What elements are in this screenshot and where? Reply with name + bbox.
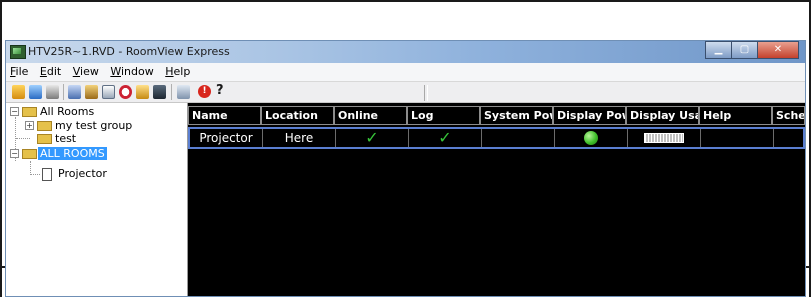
menu-view-key: V [72, 65, 81, 78]
tree-node-label: my test group [55, 119, 133, 132]
maximize-button[interactable]: ▢ [731, 41, 757, 59]
tree-node-label: All Rooms [40, 105, 95, 118]
tree-expander[interactable]: − [10, 107, 19, 116]
menu-window-rest: indow [121, 65, 154, 78]
copy-icon[interactable] [177, 85, 190, 99]
lamp-usage-meter-icon [644, 133, 684, 143]
app-window: HTV25R~1.RVD - RoomView Express ▁ ▢ ✕ Fi… [5, 40, 806, 297]
roomview-app-icon [10, 45, 26, 59]
close-button[interactable]: ✕ [757, 41, 799, 59]
device-icon [42, 168, 52, 181]
menu-file-rest: ile [15, 65, 29, 78]
window-controls: ▁ ▢ ✕ [705, 41, 799, 59]
column-header-system-power[interactable]: System Power [480, 106, 553, 125]
room-tree: − All Rooms + my test group test − ALL R… [6, 103, 188, 296]
lock-icon[interactable] [136, 85, 149, 99]
find-icon[interactable] [29, 85, 42, 99]
room-icon[interactable] [85, 85, 98, 99]
cell-sched [774, 129, 803, 147]
cell-help [701, 129, 774, 147]
stop-icon[interactable]: ! [198, 85, 211, 98]
menu-view[interactable]: View [69, 63, 103, 78]
tree-expander[interactable]: − [10, 149, 19, 158]
email-icon[interactable] [102, 85, 115, 99]
column-header-log[interactable]: Log [407, 106, 480, 125]
folder-open-icon [22, 107, 37, 117]
folder-open-icon [22, 149, 37, 159]
menu-window-key: W [110, 65, 121, 78]
title-bar: HTV25R~1.RVD - RoomView Express ▁ ▢ ✕ [6, 41, 805, 63]
column-header-display-power[interactable]: Display Power [553, 106, 626, 125]
window-title: HTV25R~1.RVD - RoomView Express [28, 45, 230, 58]
menu-view-rest: iew [80, 65, 99, 78]
tree-node-label: ALL ROOMS [38, 147, 107, 160]
folder-icon [37, 121, 52, 131]
folder-icon [37, 134, 52, 144]
log-check-icon: ✓ [409, 129, 482, 147]
cell-location: Here [263, 129, 336, 147]
toolbar-separator [171, 84, 172, 100]
toolbar-separator [63, 84, 64, 100]
menu-file[interactable]: File [6, 63, 32, 78]
column-header-online[interactable]: Online [334, 106, 407, 125]
tree-node-all-rooms-group[interactable]: − ALL ROOMS [10, 147, 180, 161]
tree-line [30, 174, 40, 175]
cell-display-usage [628, 129, 701, 147]
power-on-led-icon [584, 131, 598, 145]
menu-help-rest: elp [173, 65, 191, 78]
tree-node-all-rooms[interactable]: − All Rooms [10, 105, 180, 119]
tree-line [30, 161, 31, 175]
table-row[interactable]: Projector Here ✓ ✓ [188, 127, 805, 149]
tree-node-label: test [55, 132, 77, 145]
print-icon[interactable] [46, 85, 59, 99]
toolbar: ! ? [6, 81, 805, 103]
online-check-icon: ✓ [336, 129, 409, 147]
open-file-icon[interactable] [12, 85, 25, 99]
menu-edit[interactable]: Edit [36, 63, 65, 78]
menu-help[interactable]: Help [161, 63, 194, 78]
tree-node-label: Projector [58, 167, 107, 180]
help-icon[interactable]: ? [216, 83, 224, 98]
clock-icon[interactable] [119, 85, 132, 99]
network-icon[interactable] [68, 85, 81, 99]
column-header-display-usage[interactable]: Display Usage [626, 106, 699, 125]
column-header-location[interactable]: Location [261, 106, 334, 125]
tree-node-projector[interactable]: Projector [41, 167, 181, 181]
display-icon[interactable] [153, 85, 166, 99]
cell-display-power [555, 129, 628, 147]
cell-name: Projector [190, 129, 263, 147]
toolbar-grip [424, 85, 428, 101]
menu-edit-key: E [39, 65, 47, 78]
cell-system-power [482, 129, 555, 147]
menu-help-key: H [165, 65, 174, 78]
menu-window[interactable]: Window [106, 63, 157, 78]
grid-header: Name Location Online Log System Power Di… [188, 106, 805, 125]
tree-node-test[interactable]: test [25, 132, 185, 146]
tree-expander[interactable]: + [25, 121, 34, 130]
menu-edit-rest: dit [46, 65, 62, 78]
column-header-help[interactable]: Help [699, 106, 772, 125]
menu-bar: File Edit View Window Help [6, 63, 805, 81]
status-grid: Name Location Online Log System Power Di… [188, 103, 805, 296]
minimize-button[interactable]: ▁ [705, 41, 731, 59]
tree-node-my-test-group[interactable]: + my test group [25, 119, 185, 133]
column-header-sched[interactable]: Sched [772, 106, 805, 125]
column-header-name[interactable]: Name [188, 106, 261, 125]
